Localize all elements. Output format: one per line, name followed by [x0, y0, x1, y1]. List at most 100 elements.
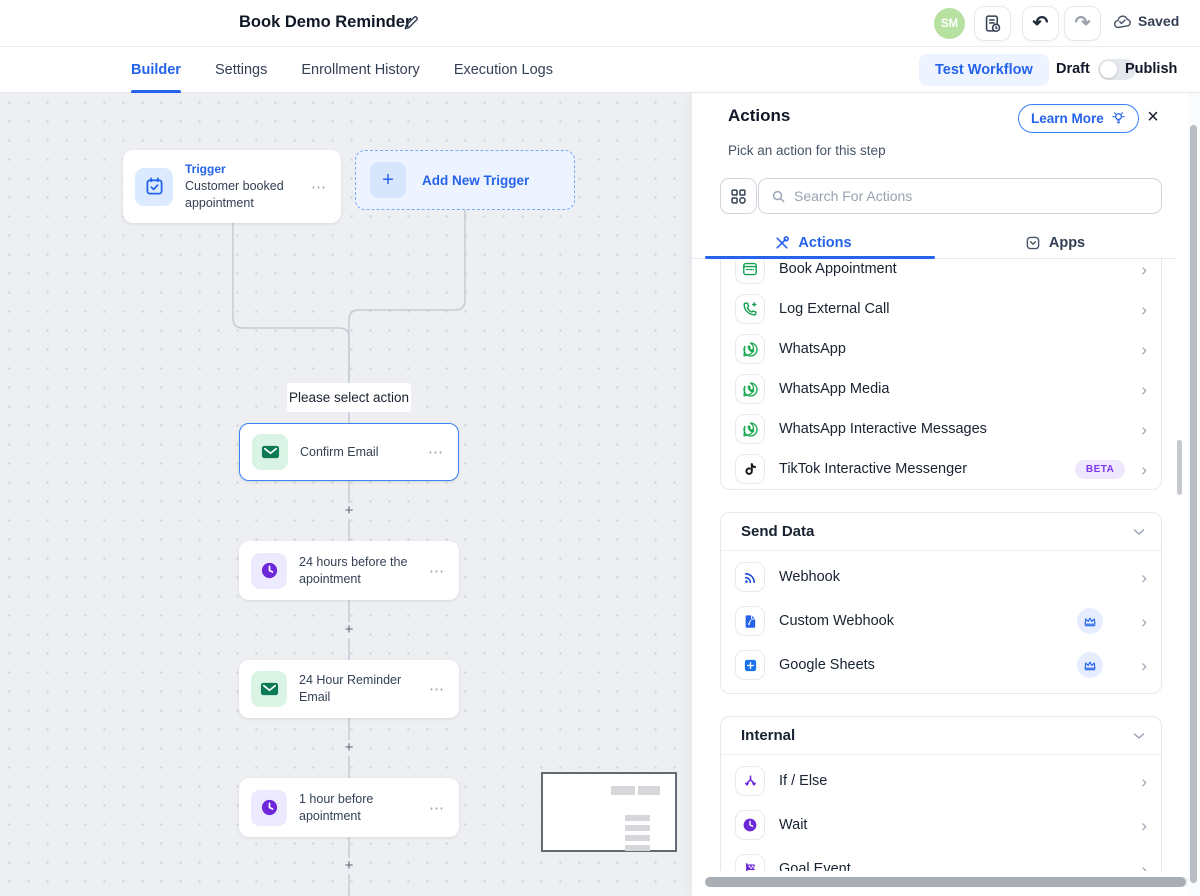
action-row-if-else[interactable]: If / Else › — [721, 759, 1161, 803]
action-row-book-appointment[interactable]: Book Appointment › — [721, 259, 1161, 289]
google-sheets-icon — [735, 650, 765, 680]
clock-icon — [735, 810, 765, 840]
whatsapp-icon — [735, 414, 765, 444]
chevron-right-icon: › — [1125, 657, 1147, 674]
action-row-whatsapp-media[interactable]: WhatsApp Media › — [721, 369, 1161, 409]
toggle-knob — [1100, 61, 1117, 78]
trigger-node[interactable]: Trigger Customer booked appointment ⋯ — [123, 150, 341, 223]
search-input[interactable] — [794, 188, 1149, 204]
chevron-right-icon: › — [1125, 421, 1147, 438]
clock-icon — [251, 553, 287, 589]
undo-icon: ↶ — [1033, 12, 1049, 35]
webhook-rss-icon — [735, 562, 765, 592]
action-row-wait[interactable]: Wait › — [721, 803, 1161, 847]
tab-builder[interactable]: Builder — [131, 47, 181, 93]
add-step-button[interactable]: + — [341, 858, 357, 874]
email-icon — [251, 671, 287, 707]
tab-execution-logs[interactable]: Execution Logs — [454, 47, 553, 93]
save-status: Saved — [1113, 13, 1179, 29]
tiktok-icon — [735, 454, 765, 484]
document-history-icon — [983, 14, 1002, 33]
action-row-google-sheets[interactable]: Google Sheets › — [721, 643, 1161, 687]
workflow-builder-app: Book Demo Reminder SM ↶ ↷ — [0, 0, 1200, 896]
page-title: Book Demo Reminder — [239, 13, 411, 32]
minimap-node — [625, 835, 650, 841]
chevron-right-icon: › — [1125, 817, 1147, 834]
tab-enrollment-history[interactable]: Enrollment History — [301, 47, 419, 93]
chevron-right-icon: › — [1125, 613, 1147, 630]
node-menu-icon[interactable]: ⋯ — [425, 562, 449, 580]
edit-title-icon[interactable] — [402, 14, 420, 32]
workflow-tabs: Builder Settings Enrollment History Exec… — [131, 47, 553, 93]
search-actions-box — [758, 178, 1162, 214]
email-icon — [252, 434, 288, 470]
panel-tabs: Actions Apps — [692, 228, 1176, 259]
panel-subtitle: Pick an action for this step — [728, 143, 886, 158]
action-row-log-external-call[interactable]: Log External Call › — [721, 289, 1161, 329]
action-row-webhook[interactable]: Webhook › — [721, 555, 1161, 599]
actions-list: Book Appointment › Log External Call › — [720, 259, 1162, 871]
action-node-label: 24 hours before the apointment — [299, 554, 425, 588]
revision-history-button[interactable] — [974, 6, 1011, 41]
tab-apps[interactable]: Apps — [934, 228, 1176, 258]
chevron-right-icon: › — [1125, 773, 1147, 790]
chevron-down-icon — [1133, 528, 1145, 536]
lightbulb-icon — [1111, 111, 1126, 126]
redo-button[interactable]: ↷ — [1064, 6, 1101, 41]
learn-more-button[interactable]: Learn More — [1018, 104, 1139, 133]
premium-crown-icon — [1077, 608, 1103, 634]
action-node-24h-reminder-email[interactable]: 24 Hour Reminder Email ⋯ — [239, 660, 459, 718]
add-step-button[interactable]: + — [341, 503, 357, 519]
trigger-node-menu-icon[interactable]: ⋯ — [307, 178, 331, 196]
trigger-node-label: Customer booked appointment — [185, 178, 307, 212]
node-menu-icon[interactable]: ⋯ — [424, 443, 448, 461]
panel-title: Actions — [728, 106, 790, 126]
send-data-section-header[interactable]: Send Data — [721, 513, 1161, 551]
action-node-confirm-email[interactable]: Confirm Email ⋯ — [239, 423, 459, 481]
tab-settings[interactable]: Settings — [215, 47, 267, 93]
workflow-canvas[interactable]: Trigger Customer booked appointment ⋯ + … — [0, 93, 692, 896]
clock-icon — [251, 790, 287, 826]
tab-actions[interactable]: Actions — [692, 228, 934, 258]
minimap-node — [625, 845, 650, 851]
redo-icon: ↷ — [1075, 12, 1091, 35]
learn-more-label: Learn More — [1031, 111, 1104, 126]
add-new-trigger-label: Add New Trigger — [422, 173, 529, 188]
trigger-kicker: Trigger — [185, 161, 307, 177]
list-scrollbar-thumb[interactable] — [1177, 440, 1182, 495]
internal-card: Internal — [720, 716, 1162, 871]
action-node-label: 1 hour before apointment — [299, 791, 425, 825]
add-step-button[interactable]: + — [341, 740, 357, 756]
action-row-goal-event[interactable]: Goal Event › — [721, 847, 1161, 871]
tools-icon — [774, 235, 790, 251]
whatsapp-icon — [735, 334, 765, 364]
calendar-icon — [735, 259, 765, 284]
select-action-hint: Please select action — [287, 383, 411, 412]
internal-section-header[interactable]: Internal — [721, 717, 1161, 755]
action-node-wait-24h[interactable]: 24 hours before the apointment ⋯ — [239, 541, 459, 600]
action-node-wait-1h[interactable]: 1 hour before apointment ⋯ — [239, 778, 459, 837]
action-row-whatsapp-interactive[interactable]: WhatsApp Interactive Messages › — [721, 409, 1161, 449]
close-panel-icon[interactable]: × — [1140, 104, 1166, 130]
chevron-right-icon: › — [1125, 301, 1147, 318]
undo-button[interactable]: ↶ — [1022, 6, 1059, 41]
node-menu-icon[interactable]: ⋯ — [425, 680, 449, 698]
add-new-trigger-button[interactable]: + Add New Trigger — [355, 150, 575, 210]
test-workflow-button[interactable]: Test Workflow — [919, 54, 1049, 86]
node-menu-icon[interactable]: ⋯ — [425, 799, 449, 817]
canvas-minimap[interactable] — [541, 772, 677, 852]
horizontal-scrollbar-thumb[interactable] — [705, 877, 1186, 887]
action-row-custom-webhook[interactable]: Custom Webhook › — [721, 599, 1161, 643]
add-step-button[interactable]: + — [341, 622, 357, 638]
vertical-scrollbar-thumb[interactable] — [1190, 125, 1197, 883]
category-grid-icon — [730, 188, 747, 205]
action-row-tiktok-interactive-messenger[interactable]: TikTok Interactive Messenger BETA › — [721, 449, 1161, 489]
publish-label: Publish — [1125, 61, 1177, 77]
avatar[interactable]: SM — [934, 8, 965, 39]
action-row-whatsapp[interactable]: WhatsApp › — [721, 329, 1161, 369]
phone-plus-icon — [735, 294, 765, 324]
horizontal-scrollbar[interactable] — [705, 877, 1190, 887]
actions-panel: Actions Learn More × Pick an action for … — [692, 93, 1200, 896]
browse-categories-button[interactable] — [720, 178, 757, 214]
header: Book Demo Reminder SM ↶ ↷ — [0, 0, 1200, 47]
